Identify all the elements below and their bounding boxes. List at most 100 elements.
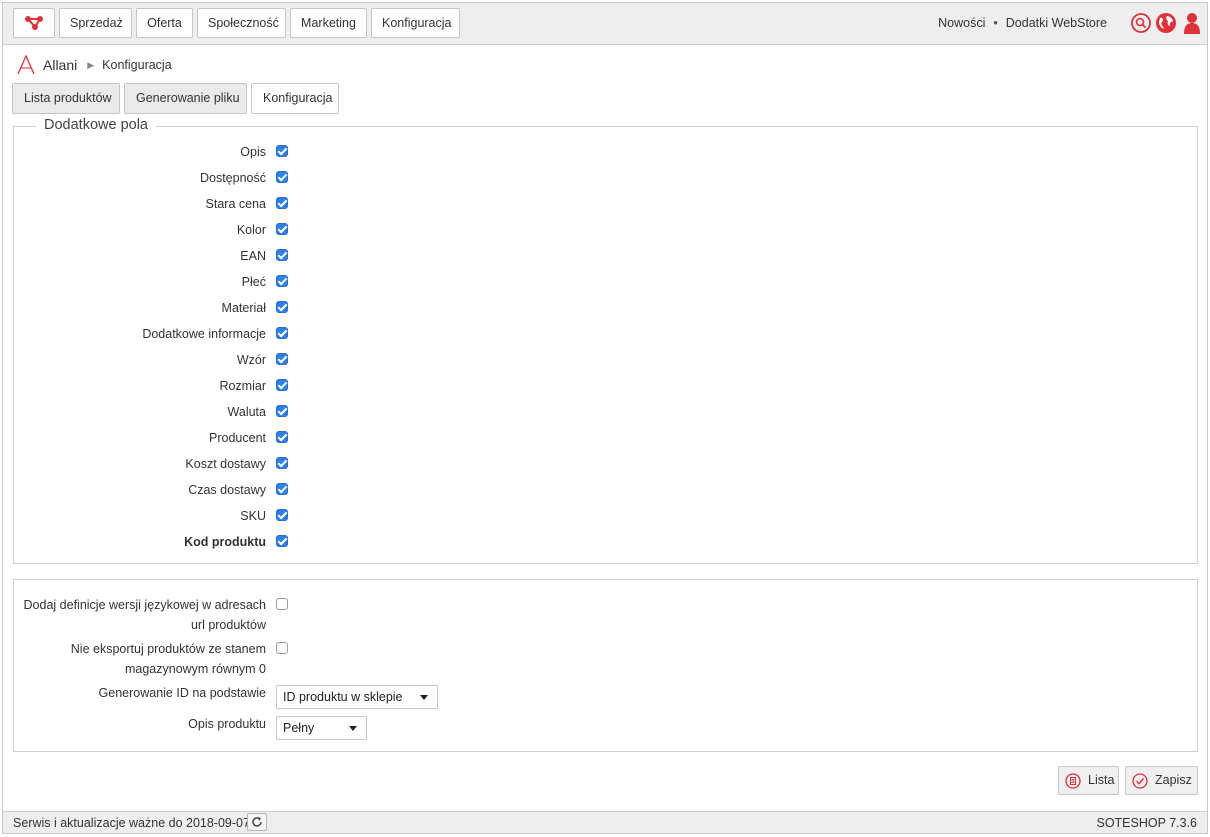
field-checkbox[interactable] — [276, 457, 288, 469]
refresh-icon — [252, 817, 262, 827]
field-checkbox[interactable] — [276, 249, 288, 261]
field-label: Dostępność — [199, 171, 266, 185]
nav-sprzedaz[interactable]: Sprzedaż — [59, 8, 132, 38]
field-label: Rozmiar — [219, 379, 266, 393]
field-checkbox[interactable] — [276, 171, 288, 183]
refresh-button[interactable] — [247, 813, 267, 831]
list-button[interactable]: Lista — [1058, 766, 1119, 795]
user-icon[interactable] — [1181, 12, 1203, 34]
additional-fields-section: Dodatkowe pola Opis Dostępność Stara cena K… — [13, 117, 1198, 564]
breadcrumb-arrow-icon: ▶ — [87, 59, 95, 70]
field-row: Opis — [14, 142, 1197, 162]
save-button-label: Zapisz — [1155, 773, 1192, 787]
list-icon — [1065, 773, 1081, 789]
field-row: Producent — [14, 428, 1197, 448]
lang-def-label-line2: url produktów — [190, 618, 266, 632]
field-label: Koszt dostawy — [185, 457, 266, 471]
allani-logo-icon — [17, 55, 35, 75]
field-checkbox[interactable] — [276, 535, 288, 547]
product-desc-select[interactable]: Pełny — [276, 716, 367, 740]
id-basis-label: Generowanie ID na podstawie — [98, 686, 266, 700]
product-desc-label: Opis produktu — [188, 717, 266, 731]
field-label: SKU — [240, 509, 266, 523]
field-label: Materiał — [221, 301, 266, 315]
no-export-label: Nie eksportuj produktów ze stanem magazy… — [16, 639, 266, 679]
no-export-label-line1: Nie eksportuj produktów ze stanem — [70, 642, 266, 656]
field-row: Stara cena — [14, 194, 1197, 214]
field-checkbox[interactable] — [276, 197, 288, 209]
field-row: Wzór — [14, 350, 1197, 370]
nav-oferta[interactable]: Oferta — [136, 8, 193, 38]
field-row: Czas dostawy — [14, 480, 1197, 500]
section-legend: Dodatkowe pola — [36, 117, 156, 133]
tab-konfiguracja[interactable]: Konfiguracja — [251, 83, 339, 114]
field-row: Kolor — [14, 220, 1197, 240]
field-checkbox[interactable] — [276, 405, 288, 417]
field-checkbox[interactable] — [276, 223, 288, 235]
field-label: Kod produktu — [184, 535, 266, 549]
globe-icon[interactable] — [1155, 12, 1177, 34]
field-checkbox[interactable] — [276, 275, 288, 287]
field-row: EAN — [14, 246, 1197, 266]
product-desc-value: Pełny — [283, 721, 315, 735]
search-icon[interactable] — [1130, 12, 1152, 34]
field-label: Opis — [240, 145, 266, 159]
caret-down-icon — [420, 695, 428, 700]
status-footer: Serwis i aktualizacje ważne do 2018-09-0… — [3, 811, 1207, 833]
caret-down-icon — [349, 726, 357, 731]
nav-marketing[interactable]: Marketing — [290, 8, 367, 38]
field-label: Producent — [209, 431, 266, 445]
field-checkbox[interactable] — [276, 379, 288, 391]
field-row: Dodatkowe informacje — [14, 324, 1197, 344]
separator-dot: • — [993, 16, 998, 30]
field-label: Dodatkowe informacje — [142, 327, 266, 341]
lang-def-checkbox[interactable] — [276, 598, 288, 610]
options-section: Dodaj definicje wersji językowej w adres… — [13, 579, 1198, 752]
field-row: Rozmiar — [14, 376, 1197, 396]
id-basis-select[interactable]: ID produktu w sklepie — [276, 685, 438, 709]
field-row: Kod produktu — [14, 532, 1197, 552]
list-button-label: Lista — [1088, 773, 1115, 787]
field-row: Płeć — [14, 272, 1197, 292]
lang-def-label-line1: Dodaj definicje wersji językowej w adres… — [23, 598, 266, 612]
breadcrumb: Allani ▶ Konfiguracja — [17, 55, 172, 75]
tab-lista-produktow[interactable]: Lista produktów — [12, 83, 120, 114]
id-basis-value: ID produktu w sklepie — [283, 690, 403, 704]
tab-generowanie-pliku[interactable]: Generowanie pliku — [124, 83, 247, 114]
field-label: Kolor — [236, 223, 266, 237]
field-label: Czas dostawy — [188, 483, 266, 497]
app-window: Sprzedaż Oferta Społeczność Marketing Ko… — [2, 2, 1208, 834]
version-text: SOTESHOP 7.3.6 — [1096, 816, 1197, 830]
no-export-checkbox[interactable] — [276, 642, 288, 654]
top-links: Nowości • Dodatki WebStore — [938, 16, 1107, 30]
field-checkbox[interactable] — [276, 301, 288, 313]
field-label: Waluta — [227, 405, 266, 419]
field-row: Materiał — [14, 298, 1197, 318]
lang-def-label: Dodaj definicje wersji językowej w adres… — [16, 595, 266, 635]
field-label: EAN — [240, 249, 266, 263]
link-nowosci[interactable]: Nowości — [938, 16, 985, 30]
share-nodes-icon — [25, 16, 43, 30]
field-checkbox[interactable] — [276, 327, 288, 339]
field-row: Koszt dostawy — [14, 454, 1197, 474]
field-row: SKU — [14, 506, 1197, 526]
field-checkbox[interactable] — [276, 145, 288, 157]
field-checkbox[interactable] — [276, 483, 288, 495]
nav-konfiguracja[interactable]: Konfiguracja — [371, 8, 460, 38]
field-row: Waluta — [14, 402, 1197, 422]
save-button[interactable]: Zapisz — [1125, 766, 1198, 795]
top-navigation-bar: Sprzedaż Oferta Społeczność Marketing Ko… — [3, 3, 1207, 45]
breadcrumb-root[interactable]: Allani — [43, 57, 77, 73]
field-label: Płeć — [241, 275, 266, 289]
field-label: Wzór — [236, 353, 266, 367]
link-dodatki-webstore[interactable]: Dodatki WebStore — [1006, 16, 1107, 30]
field-label: Stara cena — [205, 197, 266, 211]
field-checkbox[interactable] — [276, 353, 288, 365]
home-logo-button[interactable] — [13, 8, 55, 38]
field-row: Dostępność — [14, 168, 1197, 188]
field-checkbox[interactable] — [276, 509, 288, 521]
nav-spolecznosc[interactable]: Społeczność — [197, 8, 286, 38]
field-checkbox[interactable] — [276, 431, 288, 443]
no-export-label-line2: magazynowym równym 0 — [124, 662, 266, 676]
check-circle-icon — [1132, 773, 1148, 789]
